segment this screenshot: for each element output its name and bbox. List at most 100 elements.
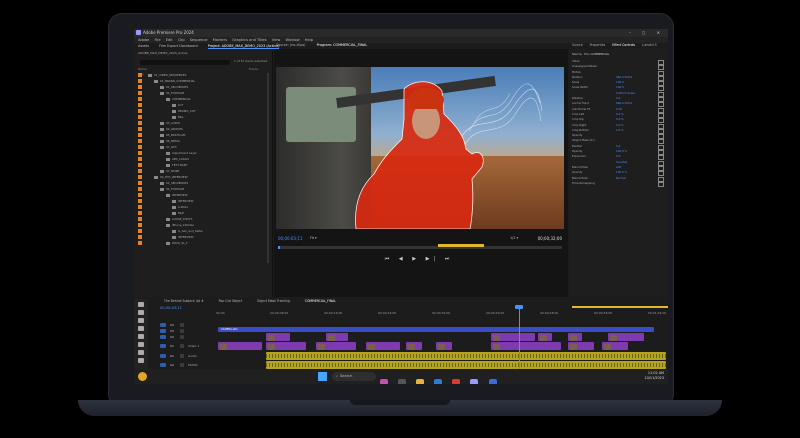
- tab-search[interactable]: Source: [572, 43, 583, 47]
- folder-icon: [160, 127, 164, 131]
- bin-label: A-ROLL: [178, 205, 189, 209]
- folder-icon: [160, 121, 164, 125]
- col-name[interactable]: Name: [138, 67, 147, 71]
- bin-label: ABC_LOGOS: [172, 157, 189, 161]
- type-tool-icon[interactable]: [138, 358, 144, 363]
- hand-tool-icon[interactable]: [138, 350, 144, 355]
- track-header-a1[interactable]: A1 Audio: [156, 352, 218, 360]
- task-view-icon[interactable]: [398, 379, 407, 384]
- tab-properties[interactable]: Properties: [590, 43, 606, 47]
- track-header-v1[interactable]: V1 Video 1: [156, 342, 218, 350]
- tab-lumetri[interactable]: Lumetri S: [642, 43, 657, 47]
- app-icon[interactable]: [380, 379, 388, 384]
- ripple-edit-icon[interactable]: [138, 318, 144, 323]
- video-clip[interactable]: [491, 342, 561, 350]
- track-lock-icon[interactable]: [180, 354, 184, 358]
- work-area-bar[interactable]: [572, 306, 668, 308]
- video-clip[interactable]: [406, 342, 422, 350]
- tab-program[interactable]: Program: COMMERCIAL_FINAL: [317, 43, 368, 47]
- razor-tool-icon[interactable]: [138, 326, 144, 331]
- object-mask-overlay[interactable]: [354, 79, 492, 229]
- video-clip[interactable]: [266, 342, 306, 350]
- slip-tool-icon[interactable]: [138, 334, 144, 339]
- tab-sequence-active[interactable]: COMMERCIAL_FINAL: [305, 299, 336, 303]
- video-clip[interactable]: [538, 333, 552, 341]
- audio-clip[interactable]: [266, 352, 666, 360]
- menu-item-adobe[interactable]: Adobe: [138, 38, 149, 42]
- program-video-frame[interactable]: [276, 67, 564, 229]
- tab-source[interactable]: Source: (no clips): [276, 43, 305, 47]
- keyframe-toggle-icon[interactable]: [658, 181, 664, 187]
- tab-assets[interactable]: Assets: [138, 44, 149, 48]
- effect-property-row[interactable]: Time Remapping: [572, 181, 666, 187]
- tab-sequence-2[interactable]: Pop Out Object: [219, 299, 242, 303]
- video-clip[interactable]: [436, 342, 452, 350]
- windows-start-icon[interactable]: [318, 372, 327, 381]
- project-search-input[interactable]: ⌕: [140, 60, 230, 76]
- video-clip[interactable]: [316, 342, 356, 350]
- tab-film-export[interactable]: Film Export Dashboard: [159, 44, 198, 48]
- tab-sequence-3[interactable]: Object Mask Tracking: [257, 299, 290, 303]
- bin-item[interactable]: ROCK_SL_T: [138, 240, 266, 246]
- timeline-playhead[interactable]: [519, 307, 520, 369]
- track-target-icon[interactable]: [160, 354, 166, 358]
- video-clip[interactable]: [266, 333, 290, 341]
- video-clip[interactable]: [491, 333, 535, 341]
- window-controls[interactable]: – ◻ ✕: [629, 29, 665, 37]
- track-lock-icon[interactable]: [180, 335, 184, 339]
- bin-label: 05_MULTICAM: [166, 133, 186, 137]
- adobe-cc-icon[interactable]: [452, 379, 461, 384]
- video-clip[interactable]: [568, 333, 582, 341]
- program-scrubber[interactable]: [278, 244, 562, 249]
- pen-tool-icon[interactable]: [138, 342, 144, 347]
- menu-item-edit[interactable]: Edit: [166, 38, 173, 42]
- quality-select[interactable]: 1/2 ▾: [510, 236, 518, 240]
- menu-item-help[interactable]: Help: [305, 38, 313, 42]
- taskbar-search[interactable]: ⌕ Search: [332, 372, 376, 381]
- folder-icon: [166, 217, 170, 221]
- video-clip[interactable]: [608, 333, 644, 341]
- track-target-icon[interactable]: [160, 335, 166, 339]
- track-header-v2[interactable]: V2: [156, 333, 218, 341]
- premiere-taskbar-icon[interactable]: [470, 379, 479, 384]
- track-header-a2[interactable]: A2 MUSIC: [156, 361, 218, 369]
- music-clip[interactable]: [266, 361, 666, 369]
- transport-controls[interactable]: ⏮ ◀ ▶ ▶| ⏭: [344, 256, 494, 262]
- program-playhead[interactable]: [278, 246, 280, 249]
- menu-item-markers[interactable]: Markers: [213, 38, 227, 42]
- weather-icon[interactable]: [138, 372, 147, 381]
- effect-master-clip[interactable]: Source · Pro..COMMERCIAL: [572, 52, 609, 56]
- project-scrollbar[interactable]: [267, 73, 269, 263]
- tab-effect-controls[interactable]: Effect Controls: [612, 43, 635, 47]
- edge-icon[interactable]: [434, 379, 443, 384]
- video-clip[interactable]: [218, 342, 262, 350]
- file-explorer-icon[interactable]: [416, 379, 425, 384]
- track-select-icon[interactable]: [138, 310, 144, 315]
- video-clip[interactable]: [602, 342, 628, 350]
- label-color-swatch: [138, 109, 142, 113]
- program-timecode[interactable]: 00;00;03;11: [278, 236, 302, 241]
- adjustment-layer-clip[interactable]: CAMERA-A01: [218, 327, 654, 332]
- folder-icon: [160, 169, 164, 173]
- video-clip[interactable]: [366, 342, 400, 350]
- video-clip[interactable]: [326, 333, 348, 341]
- track-target-icon[interactable]: [160, 344, 166, 348]
- track-lock-icon[interactable]: [180, 344, 184, 348]
- menu-item-graphics[interactable]: Graphics and Titles: [232, 38, 267, 42]
- menu-item-view[interactable]: View: [272, 38, 281, 42]
- photoshop-icon[interactable]: [488, 379, 497, 384]
- selection-tool-icon[interactable]: [138, 302, 144, 307]
- menu-item-file[interactable]: File: [155, 38, 161, 42]
- track-lock-icon[interactable]: [180, 363, 184, 367]
- track-target-icon[interactable]: [160, 363, 166, 367]
- col-frame[interactable]: Frame: [249, 67, 258, 71]
- menu-item-clip[interactable]: Clip: [178, 38, 185, 42]
- zoom-select[interactable]: Fit ▾: [310, 236, 317, 240]
- menu-item-window[interactable]: Window: [285, 38, 299, 42]
- timeline-timecode[interactable]: 00;00;03;11: [160, 306, 182, 310]
- system-tray[interactable]: 11:02 AM 10/11/2023: [644, 371, 664, 381]
- tab-sequence-1[interactable]: The Behind Subject: Ad #: [164, 299, 204, 303]
- menu-item-sequence[interactable]: Sequence: [190, 38, 208, 42]
- video-clip[interactable]: [568, 342, 594, 350]
- bin-label: INTERVIEW: [178, 235, 194, 239]
